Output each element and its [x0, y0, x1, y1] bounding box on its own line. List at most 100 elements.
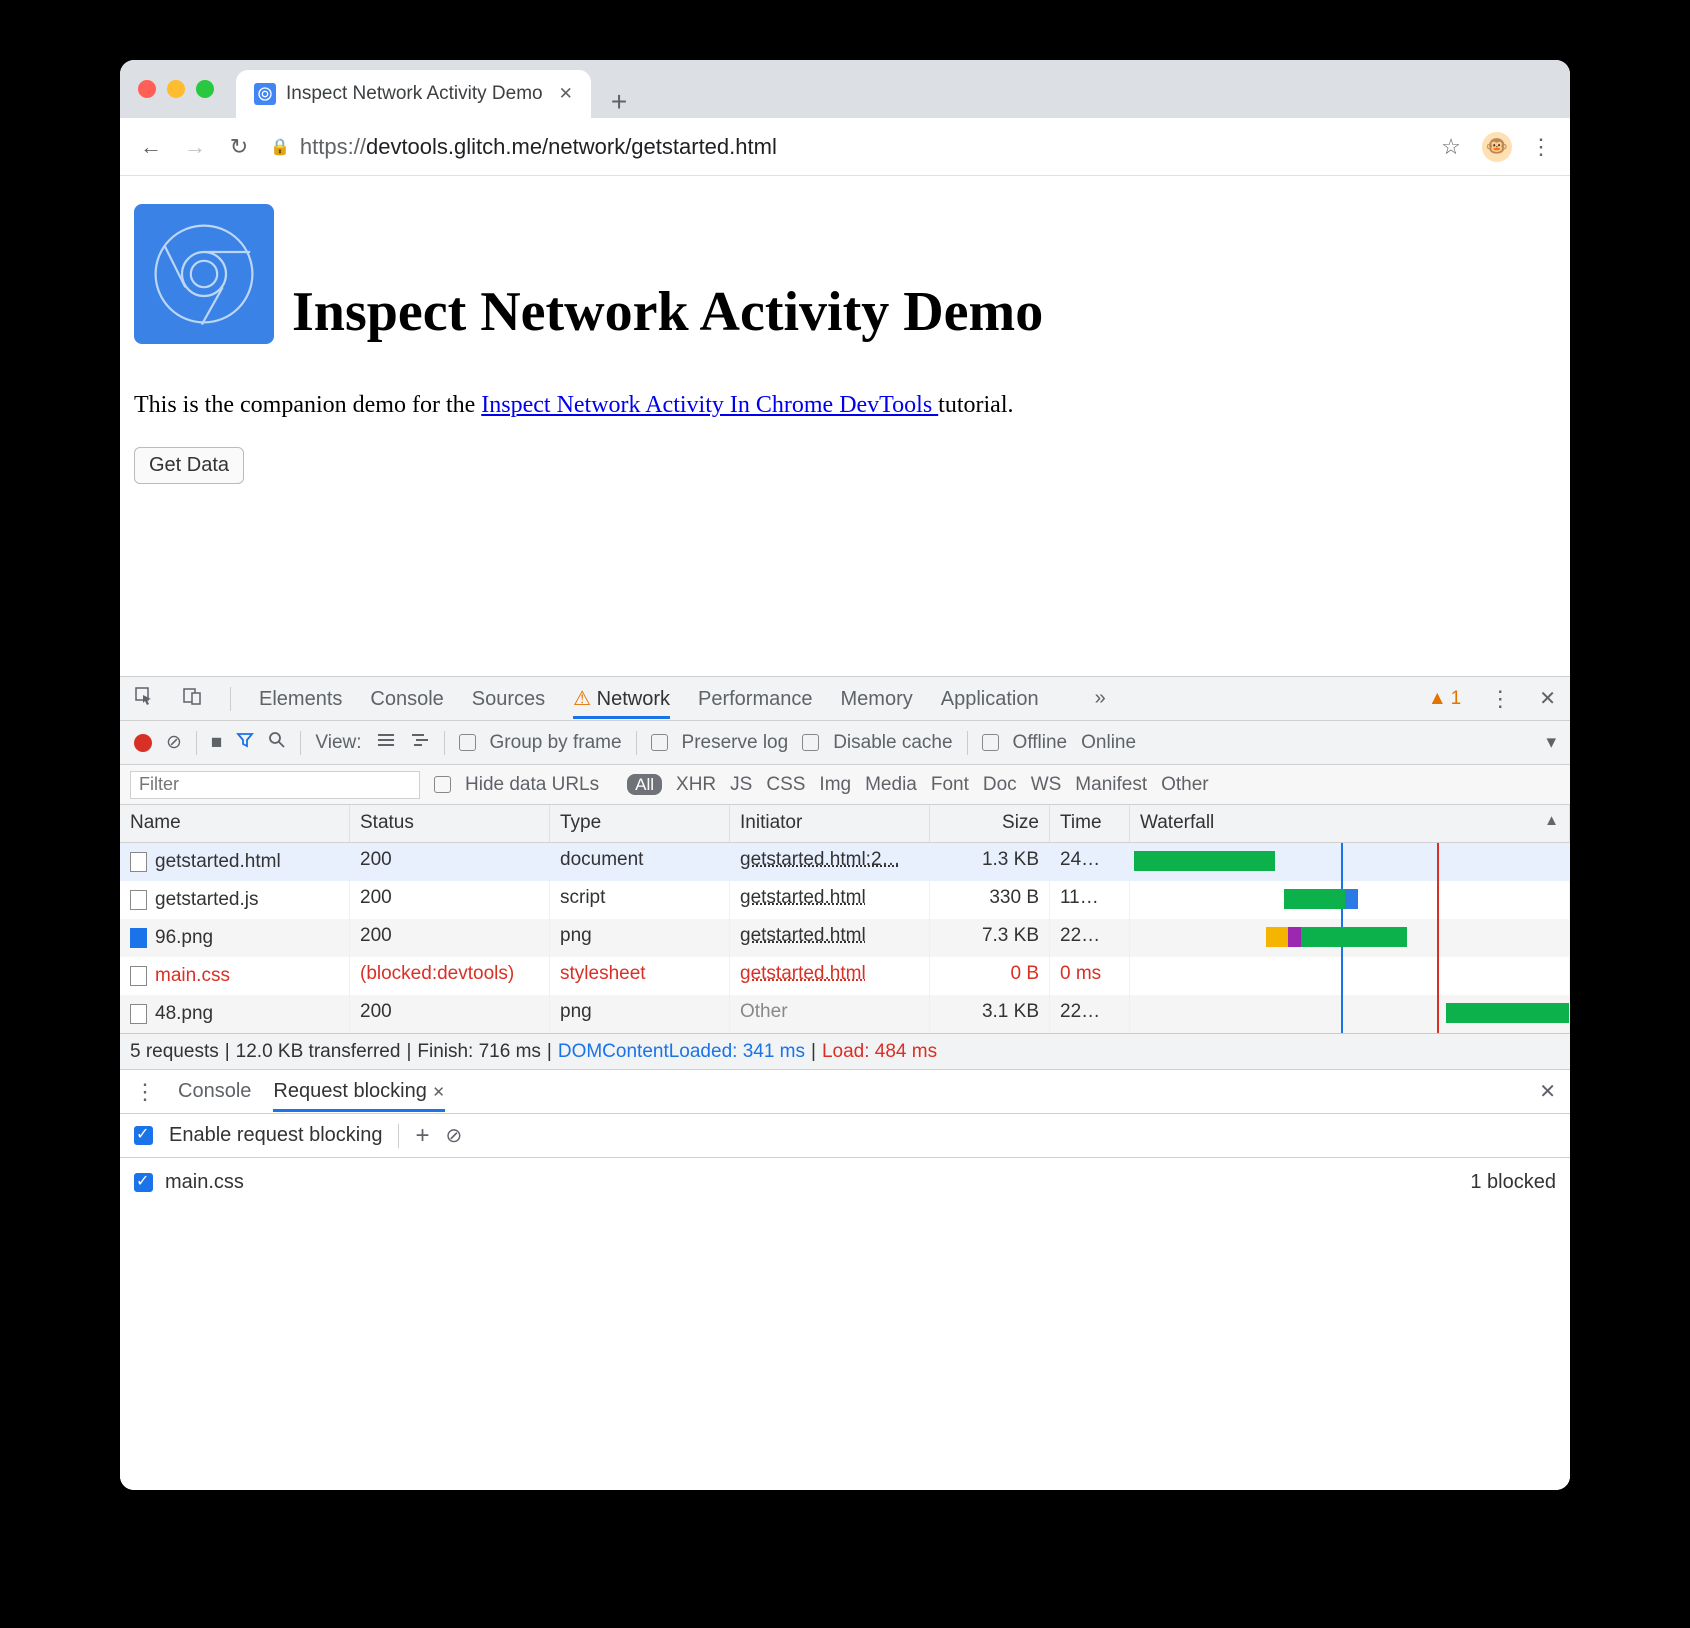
page-paragraph: This is the companion demo for the Inspe…: [134, 392, 1556, 419]
filter-type-img[interactable]: Img: [819, 774, 851, 795]
get-data-button[interactable]: Get Data: [134, 447, 244, 484]
large-rows-icon[interactable]: [376, 732, 396, 754]
file-icon: [130, 1004, 147, 1024]
device-mode-icon[interactable]: [182, 686, 202, 712]
file-icon: [130, 890, 147, 910]
request-blocking-toolbar: Enable request blocking + ⊘: [120, 1114, 1570, 1158]
lock-icon: 🔒: [270, 137, 290, 157]
favicon-icon: [254, 83, 276, 105]
browser-menu-button[interactable]: ⋮: [1530, 134, 1552, 160]
waterfall-cell: [1130, 957, 1570, 995]
table-row[interactable]: getstarted.html200documentgetstarted.htm…: [120, 843, 1570, 881]
reload-button[interactable]: ↻: [226, 134, 252, 160]
pattern-checkbox[interactable]: [134, 1173, 153, 1192]
screenshot-icon[interactable]: ■: [211, 732, 222, 754]
drawer-tabs: ⋮ Console Request blocking ✕ ✕: [120, 1070, 1570, 1114]
preserve-log-checkbox[interactable]: [651, 734, 668, 751]
devtools-menu-button[interactable]: ⋮: [1489, 686, 1511, 712]
filter-type-css[interactable]: CSS: [766, 774, 805, 795]
minimize-window-button[interactable]: [167, 80, 185, 98]
devtools-tab-console[interactable]: Console: [370, 688, 443, 710]
col-initiator[interactable]: Initiator: [730, 805, 930, 842]
hide-data-urls-checkbox[interactable]: [434, 776, 451, 793]
file-icon: [130, 966, 147, 986]
forward-button[interactable]: →: [182, 134, 208, 160]
clear-button[interactable]: ⊘: [166, 731, 182, 754]
profile-avatar[interactable]: 🐵: [1482, 132, 1512, 162]
bookmark-star-icon[interactable]: ☆: [1438, 134, 1464, 160]
col-time[interactable]: Time: [1050, 805, 1130, 842]
clear-patterns-button[interactable]: ⊘: [446, 1123, 463, 1148]
warnings-badge[interactable]: ▲ 1: [1428, 688, 1461, 710]
col-type[interactable]: Type: [550, 805, 730, 842]
waterfall-cell: [1130, 843, 1570, 881]
maximize-window-button[interactable]: [196, 80, 214, 98]
filter-type-ws[interactable]: WS: [1031, 774, 1062, 795]
devtools-tab-sources[interactable]: Sources: [472, 688, 545, 710]
waterfall-cell: [1130, 995, 1570, 1033]
table-header: Name Status Type Initiator Size Time Wat…: [120, 805, 1570, 843]
page-content: Inspect Network Activity Demo This is th…: [120, 176, 1570, 524]
drawer-tab-console[interactable]: Console: [178, 1080, 251, 1103]
col-waterfall[interactable]: Waterfall▲: [1130, 805, 1570, 842]
filter-type-media[interactable]: Media: [865, 774, 917, 795]
drawer-menu-button[interactable]: ⋮: [134, 1079, 156, 1105]
disable-cache-checkbox[interactable]: [802, 734, 819, 751]
table-row[interactable]: main.css(blocked:devtools)stylesheetgets…: [120, 957, 1570, 995]
address-bar[interactable]: 🔒 https://devtools.glitch.me/network/get…: [270, 134, 1420, 160]
page-title: Inspect Network Activity Demo: [292, 280, 1043, 344]
enable-request-blocking-checkbox[interactable]: [134, 1126, 153, 1145]
filter-icon[interactable]: [236, 731, 254, 755]
offline-checkbox[interactable]: [982, 734, 999, 751]
close-drawer-tab-icon[interactable]: ✕: [432, 1084, 445, 1101]
filter-input[interactable]: [130, 771, 420, 799]
group-by-frame-checkbox[interactable]: [459, 734, 476, 751]
filter-type-font[interactable]: Font: [931, 774, 969, 795]
close-tab-button[interactable]: ✕: [559, 84, 573, 104]
devtools-tab-network[interactable]: ⚠ Network: [573, 688, 670, 719]
table-row[interactable]: 96.png200pnggetstarted.html7.3 KB22…: [120, 919, 1570, 957]
filter-type-manifest[interactable]: Manifest: [1075, 774, 1147, 795]
add-pattern-button[interactable]: +: [415, 1122, 429, 1150]
network-summary: 5 requests | 12.0 KB transferred | Finis…: [120, 1034, 1570, 1070]
close-devtools-button[interactable]: ✕: [1539, 686, 1556, 711]
traffic-lights: [138, 80, 214, 98]
col-size[interactable]: Size: [930, 805, 1050, 842]
blocked-count: 1 blocked: [1470, 1171, 1556, 1194]
browser-window: Inspect Network Activity Demo ✕ + ← → ↻ …: [120, 60, 1570, 1490]
blocked-pattern-row[interactable]: main.css 1 blocked: [120, 1158, 1570, 1206]
browser-tab[interactable]: Inspect Network Activity Demo ✕: [236, 70, 591, 118]
devtools-tab-elements[interactable]: Elements: [259, 688, 342, 710]
filter-type-js[interactable]: JS: [730, 774, 752, 795]
throttling-chevron-icon[interactable]: ▾: [1546, 731, 1556, 754]
filter-type-other[interactable]: Other: [1161, 774, 1209, 795]
col-name[interactable]: Name: [120, 805, 350, 842]
waterfall-cell: [1130, 919, 1570, 957]
tutorial-link[interactable]: Inspect Network Activity In Chrome DevTo…: [481, 392, 938, 418]
record-button[interactable]: [134, 734, 152, 752]
filter-type-all[interactable]: All: [627, 774, 662, 795]
view-label: View:: [315, 732, 361, 754]
throttling-dropdown[interactable]: Online: [1081, 732, 1136, 754]
filter-type-doc[interactable]: Doc: [983, 774, 1017, 795]
inspect-element-icon[interactable]: [134, 686, 154, 712]
more-tabs-icon[interactable]: »: [1095, 687, 1106, 710]
close-window-button[interactable]: [138, 80, 156, 98]
new-tab-button[interactable]: +: [611, 86, 627, 118]
overview-icon[interactable]: [410, 732, 430, 754]
waterfall-cell: [1130, 881, 1570, 919]
close-drawer-button[interactable]: ✕: [1539, 1079, 1556, 1104]
search-icon[interactable]: [268, 731, 286, 755]
drawer-tab-request-blocking[interactable]: Request blocking ✕: [273, 1080, 445, 1112]
devtools-tabs: Elements Console Sources ⚠ Network Performan…: [120, 677, 1570, 721]
filter-type-xhr[interactable]: XHR: [676, 774, 716, 795]
back-button[interactable]: ←: [138, 134, 164, 160]
devtools-drawer: ⋮ Console Request blocking ✕ ✕ Enable re…: [120, 1070, 1570, 1490]
devtools-tab-application[interactable]: Application: [941, 688, 1039, 710]
table-row[interactable]: getstarted.js200scriptgetstarted.html330…: [120, 881, 1570, 919]
chromium-logo-icon: [134, 204, 274, 344]
table-row[interactable]: 48.png200pngOther3.1 KB22…: [120, 995, 1570, 1033]
devtools-tab-performance[interactable]: Performance: [698, 688, 813, 710]
devtools-tab-memory[interactable]: Memory: [841, 688, 913, 710]
col-status[interactable]: Status: [350, 805, 550, 842]
